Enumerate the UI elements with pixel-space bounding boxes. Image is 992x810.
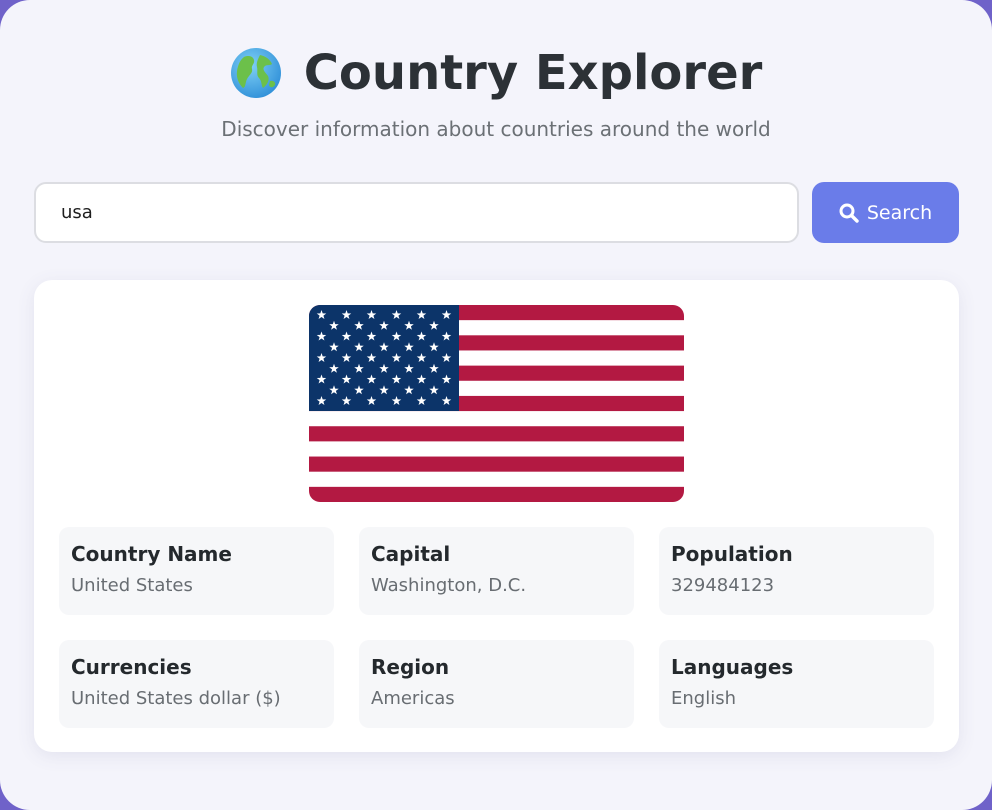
globe-icon: [230, 48, 281, 98]
info-label: Currencies: [71, 655, 192, 679]
info-capital: Capital Washington, D.C.: [359, 527, 634, 615]
search-button-label: Search: [866, 201, 933, 224]
info-value: United States dollar ($): [71, 688, 281, 709]
search-button[interactable]: Search: [812, 182, 959, 243]
info-value: Washington, D.C.: [371, 575, 527, 596]
page-title: Country Explorer: [303, 45, 763, 101]
page-subtitle: Discover information about countries aro…: [221, 117, 771, 141]
united-states-flag: [309, 305, 684, 502]
info-label: Region: [371, 655, 450, 679]
info-label: Country Name: [71, 542, 232, 566]
info-label: Languages: [671, 655, 794, 679]
info-label: Population: [671, 542, 793, 566]
search-input[interactable]: [34, 182, 799, 243]
info-value: English: [671, 688, 736, 709]
header: Country Explorer: [0, 40, 992, 106]
info-value: 329484123: [671, 575, 775, 596]
info-country-name: Country Name United States: [59, 527, 334, 615]
info-currencies: Currencies United States dollar ($): [59, 640, 334, 728]
country-card: Country Name United States Capital Washi…: [34, 280, 959, 752]
search-icon: [839, 203, 859, 223]
app-window: Country Explorer Discover information ab…: [0, 0, 992, 810]
info-languages: Languages English: [659, 640, 934, 728]
info-value: Americas: [371, 688, 455, 709]
info-label: Capital: [371, 542, 451, 566]
info-population: Population 329484123: [659, 527, 934, 615]
info-value: United States: [71, 575, 193, 596]
info-region: Region Americas: [359, 640, 634, 728]
